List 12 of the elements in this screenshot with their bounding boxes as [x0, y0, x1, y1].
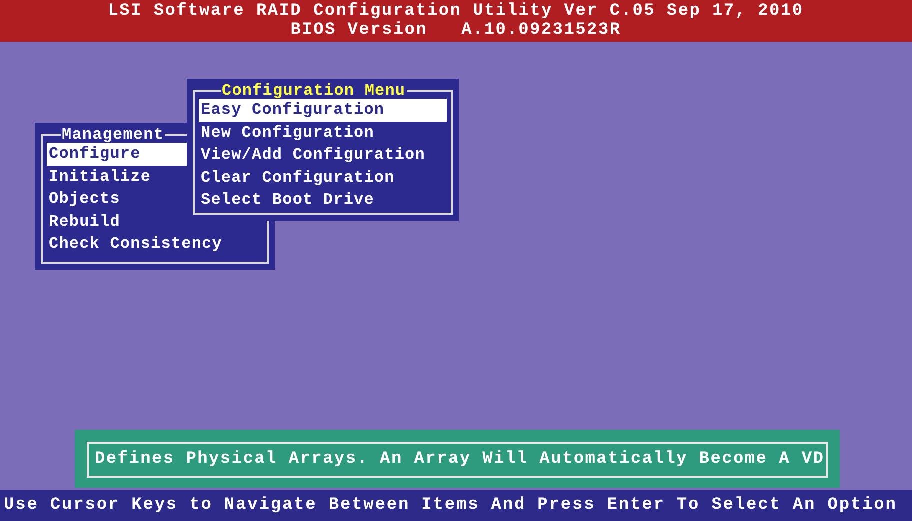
menu-item[interactable]: New Configuration: [199, 122, 447, 144]
bios-version-value: A.10.09231523R: [462, 21, 622, 40]
menu-title: Management: [61, 127, 166, 143]
bios-version-label: BIOS Version: [290, 21, 428, 40]
menu-title: Configuration Menu: [221, 83, 407, 99]
utility-title: LSI Software RAID Configuration Utility Ver C.05 Sep 17, 2010: [108, 2, 804, 21]
menu-item[interactable]: Select Boot Drive: [199, 189, 447, 212]
menu-item[interactable]: Clear Configuration: [199, 166, 447, 189]
hint-text: Defines Physical Arrays. An Array Will Automatically Become A VD: [87, 442, 828, 478]
menu-item[interactable]: Easy Configuration: [199, 99, 447, 122]
status-text: Use Cursor Keys to Navigate Between Items And Press Enter To Select An Option: [3, 495, 898, 517]
menu-item[interactable]: Check Consistency: [47, 233, 263, 256]
